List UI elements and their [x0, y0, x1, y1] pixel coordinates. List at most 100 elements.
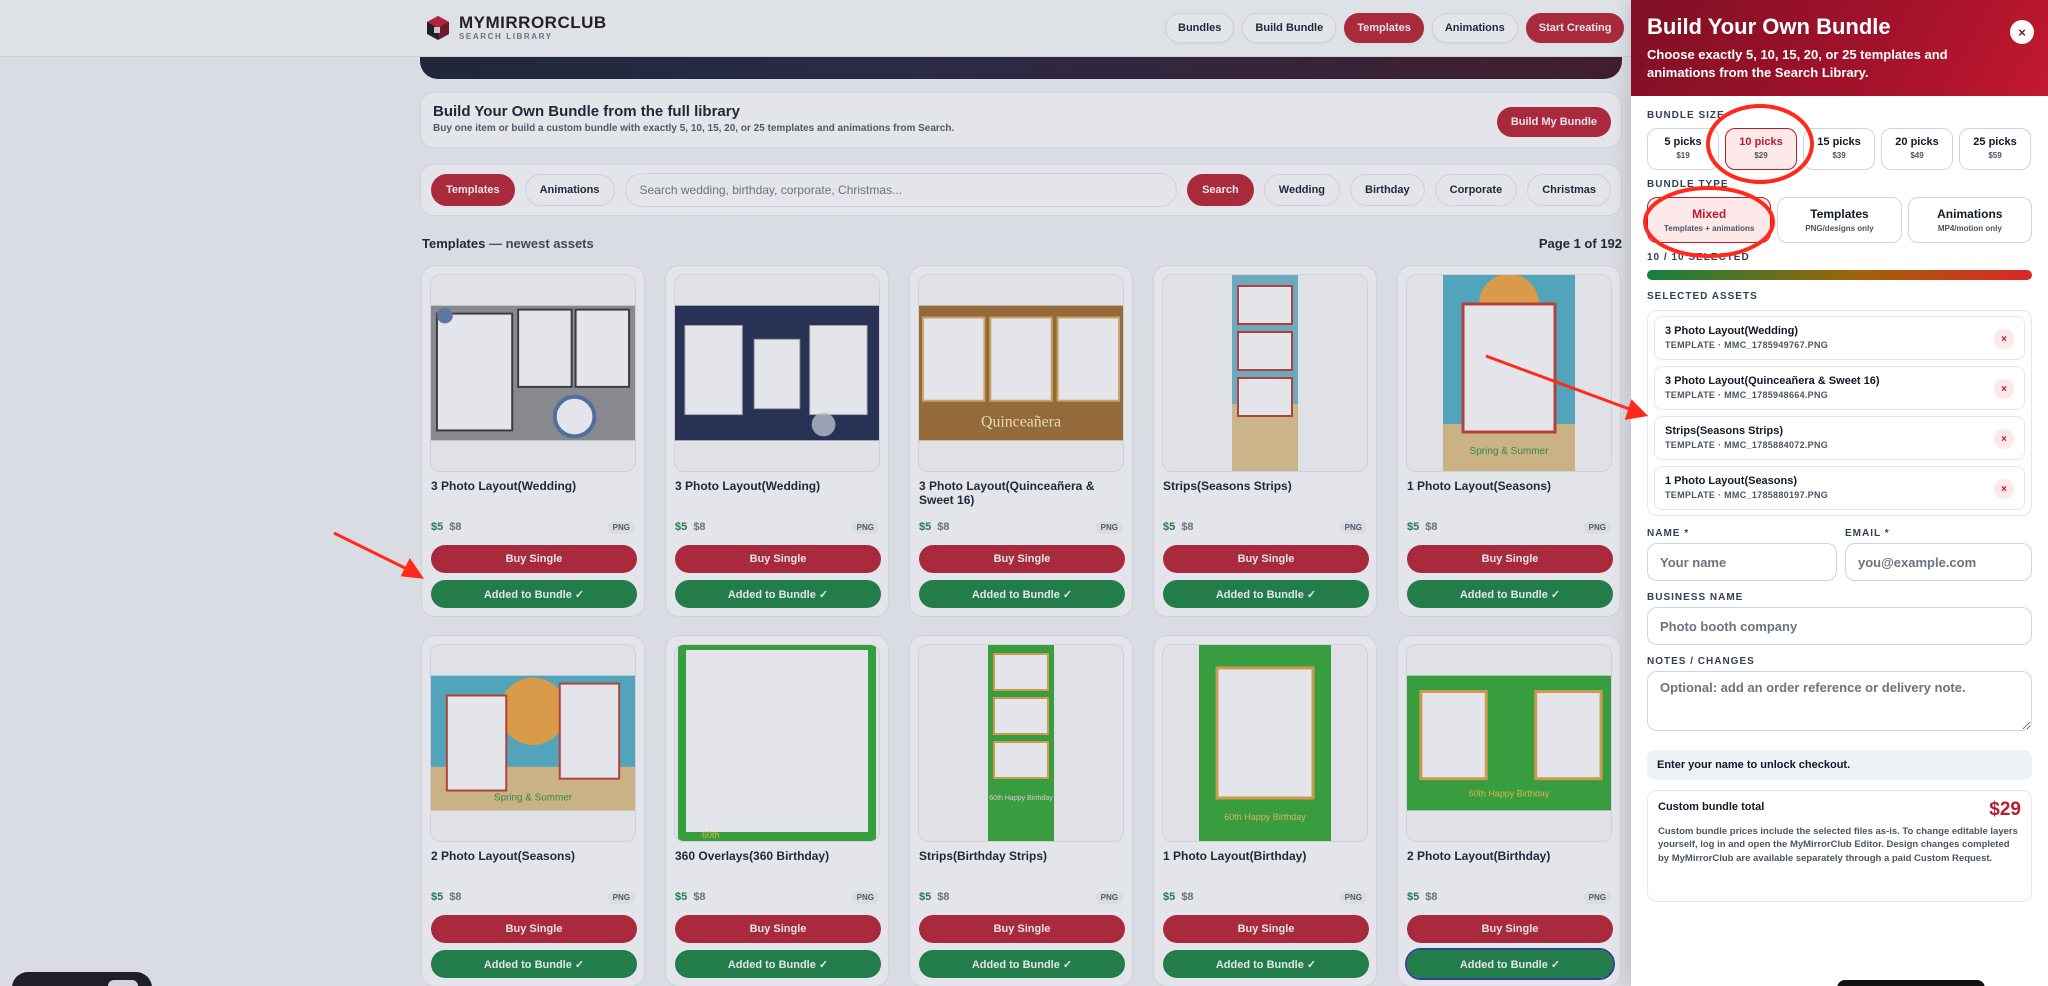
template-thumbnail[interactable]: [1162, 274, 1368, 472]
email-field[interactable]: [1845, 543, 2032, 581]
notes-field[interactable]: [1647, 671, 2032, 731]
drawer-title: Build Your Own Bundle: [1647, 14, 1891, 39]
buy-single-button[interactable]: Buy Single: [1163, 915, 1369, 943]
template-card[interactable]: 3 Photo Layout(Wedding) $5 $8 PNG Buy Si…: [665, 265, 889, 617]
search-button[interactable]: Search: [1187, 174, 1254, 206]
template-card[interactable]: 3 Photo Layout(Wedding) $5 $8 PNG Buy Si…: [421, 265, 645, 617]
checkout-button-edge[interactable]: [1837, 980, 1985, 986]
tag-wedding[interactable]: Wedding: [1263, 174, 1341, 206]
nav-build-bundle[interactable]: Build Bundle: [1242, 13, 1337, 43]
type-option-mixed[interactable]: Mixed Templates + animations: [1647, 197, 1772, 243]
added-to-bundle-button[interactable]: Added to Bundle ✓: [1407, 580, 1613, 608]
added-to-bundle-button[interactable]: Added to Bundle ✓: [1405, 948, 1615, 980]
price-original: $8: [1181, 521, 1194, 533]
template-thumbnail[interactable]: [674, 274, 880, 472]
added-to-bundle-button[interactable]: Added to Bundle ✓: [675, 580, 881, 608]
size-option-20[interactable]: 20 picks $49: [1881, 128, 1953, 170]
template-price: $5 $8: [675, 891, 706, 903]
size-option-15[interactable]: 15 picks $39: [1803, 128, 1875, 170]
remove-asset-icon[interactable]: ×: [1994, 329, 2014, 349]
tag-corporate[interactable]: Corporate: [1434, 174, 1518, 206]
buy-single-button[interactable]: Buy Single: [675, 915, 881, 943]
added-to-bundle-button[interactable]: Added to Bundle ✓: [675, 950, 881, 978]
added-to-bundle-button[interactable]: Added to Bundle ✓: [431, 580, 637, 608]
main-nav: Bundles Build Bundle Templates Animation…: [1165, 13, 1625, 43]
nav-start-creating[interactable]: Start Creating: [1525, 13, 1625, 43]
business-name-field[interactable]: [1647, 607, 2032, 645]
remove-asset-icon[interactable]: ×: [1994, 379, 2014, 399]
asset-meta: TEMPLATE · MMC_1785949767.PNG: [1665, 340, 1829, 350]
template-thumbnail[interactable]: 60th: [674, 644, 880, 842]
size-option-10[interactable]: 10 picks $29: [1725, 128, 1797, 170]
top-navbar: MYMIRRORCLUB SEARCH LIBRARY Bundles Buil…: [0, 0, 1632, 57]
buy-single-button[interactable]: Buy Single: [431, 915, 637, 943]
buy-single-button[interactable]: Buy Single: [919, 545, 1125, 573]
template-thumbnail[interactable]: 60th Happy Birthday: [918, 644, 1124, 842]
type-option-animations[interactable]: Animations MP4/motion only: [1907, 197, 2032, 243]
svg-text:Spring & Summer: Spring & Summer: [494, 792, 573, 803]
tag-christmas[interactable]: Christmas: [1527, 174, 1611, 206]
size-option-5[interactable]: 5 picks $19: [1647, 128, 1719, 170]
tab-animations[interactable]: Animations: [524, 174, 615, 206]
template-thumbnail[interactable]: 60th Happy Birthday: [1162, 644, 1368, 842]
brand-logo[interactable]: MYMIRRORCLUB SEARCH LIBRARY: [425, 14, 607, 41]
tab-templates[interactable]: Templates: [431, 174, 515, 206]
build-my-bundle-button[interactable]: Build My Bundle: [1496, 107, 1611, 137]
template-thumbnail[interactable]: Spring & Summer: [1406, 274, 1612, 472]
total-label: Custom bundle total: [1658, 801, 1765, 813]
size-picks: 20 picks: [1895, 136, 1939, 148]
drawer-subtitle: Choose exactly 5, 10, 15, 20, or 25 temp…: [1647, 47, 1948, 80]
buy-single-button[interactable]: Buy Single: [1407, 915, 1613, 943]
added-to-bundle-button[interactable]: Added to Bundle ✓: [1163, 580, 1369, 608]
buy-single-button[interactable]: Buy Single: [675, 545, 881, 573]
price-original: $8: [693, 891, 706, 903]
template-thumbnail[interactable]: Spring & Summer: [430, 644, 636, 842]
asset-name: 3 Photo Layout(Wedding): [1665, 325, 1799, 337]
close-icon[interactable]: ×: [2010, 20, 2034, 44]
template-thumbnail[interactable]: 60th Happy Birthday: [1406, 644, 1612, 842]
nav-bundles[interactable]: Bundles: [1165, 13, 1235, 43]
template-card[interactable]: Quinceañera 3 Photo Layout(Quinceañera &…: [909, 265, 1133, 617]
selected-asset-item: Strips(Seasons Strips) TEMPLATE · MMC_17…: [1654, 416, 2025, 460]
template-card[interactable]: 60th 360 Overlays(360 Birthday) $5 $8 PN…: [665, 635, 889, 986]
template-thumbnail[interactable]: Quinceañera: [918, 274, 1124, 472]
name-field[interactable]: [1647, 543, 1837, 581]
size-option-25[interactable]: 25 picks $59: [1959, 128, 2031, 170]
template-price: $5 $8: [1163, 521, 1194, 533]
search-input[interactable]: [624, 173, 1178, 207]
added-to-bundle-button[interactable]: Added to Bundle ✓: [1163, 950, 1369, 978]
buy-single-button[interactable]: Buy Single: [431, 545, 637, 573]
added-to-bundle-button[interactable]: Added to Bundle ✓: [431, 950, 637, 978]
nav-animations[interactable]: Animations: [1431, 13, 1518, 43]
tag-birthday[interactable]: Birthday: [1350, 174, 1425, 206]
buy-single-button[interactable]: Buy Single: [919, 915, 1125, 943]
template-thumbnail[interactable]: [430, 274, 636, 472]
template-card[interactable]: Spring & Summer 1 Photo Layout(Seasons) …: [1397, 265, 1621, 617]
remove-asset-icon[interactable]: ×: [1994, 479, 2014, 499]
template-card[interactable]: 60th Happy Birthday 1 Photo Layout(Birth…: [1153, 635, 1377, 986]
type-desc: Templates + animations: [1664, 224, 1755, 233]
hero-banner-edge: [420, 57, 1622, 79]
buy-single-button[interactable]: Buy Single: [1163, 545, 1369, 573]
template-card[interactable]: 60th Happy Birthday Strips(Birthday Stri…: [909, 635, 1133, 986]
floating-widget[interactable]: [12, 972, 152, 986]
type-option-templates[interactable]: Templates PNG/designs only: [1777, 197, 1902, 243]
template-title: 2 Photo Layout(Birthday): [1407, 849, 1551, 863]
type-desc: PNG/designs only: [1805, 224, 1874, 233]
price-original: $8: [693, 521, 706, 533]
template-card[interactable]: Strips(Seasons Strips) $5 $8 PNG Buy Sin…: [1153, 265, 1377, 617]
template-card[interactable]: 60th Happy Birthday 2 Photo Layout(Birth…: [1397, 635, 1621, 986]
nav-templates[interactable]: Templates: [1344, 13, 1424, 43]
remove-asset-icon[interactable]: ×: [1994, 429, 2014, 449]
added-to-bundle-button[interactable]: Added to Bundle ✓: [919, 950, 1125, 978]
selected-assets-list[interactable]: 3 Photo Layout(Wedding) TEMPLATE · MMC_1…: [1647, 310, 2032, 516]
price-original: $8: [937, 891, 950, 903]
added-to-bundle-button[interactable]: Added to Bundle ✓: [919, 580, 1125, 608]
template-card[interactable]: Spring & Summer 2 Photo Layout(Seasons) …: [421, 635, 645, 986]
size-price: $19: [1676, 151, 1690, 160]
size-price: $29: [1754, 151, 1768, 160]
svg-text:60th Happy Birthday: 60th Happy Birthday: [1469, 788, 1550, 798]
buy-single-button[interactable]: Buy Single: [1407, 545, 1613, 573]
business-name-label: Business Name: [1647, 592, 1744, 603]
size-picks: 5 picks: [1664, 136, 1702, 148]
